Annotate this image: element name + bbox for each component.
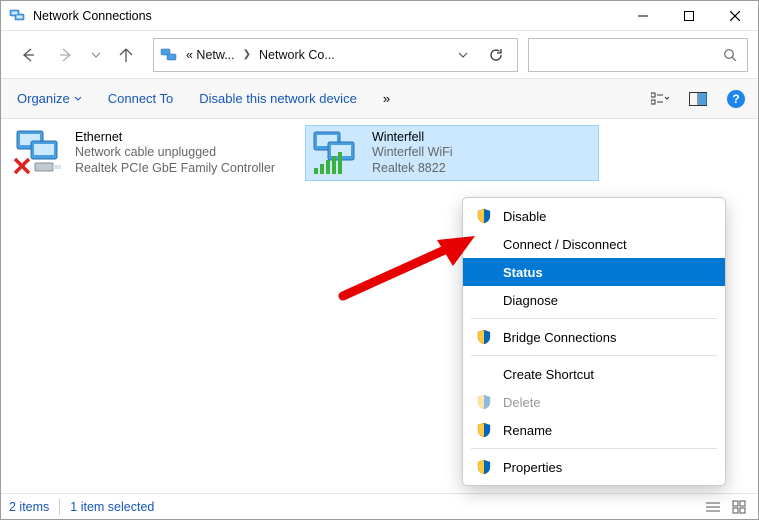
app-icon [9,8,25,24]
ethernet-adapter: Realtek PCIe GbE Family Controller [75,161,275,177]
ctx-disable[interactable]: Disable [463,202,725,230]
disable-device-label: Disable this network device [199,91,357,106]
spacer-icon [475,235,493,253]
breadcrumb[interactable]: « Netw... ❯ Network Co... [153,38,518,72]
connect-to-label: Connect To [108,91,174,106]
forward-button[interactable] [49,38,83,72]
shield-icon [475,458,493,476]
window: Network Connections [0,0,759,520]
status-selected: 1 item selected [70,500,154,514]
tiles-view-button[interactable] [728,496,750,518]
wifi-text: Winterfell Winterfell WiFi Realtek 8822 [372,130,453,176]
command-bar: Organize Connect To Disable this network… [1,79,758,119]
help-button[interactable]: ? [720,83,752,115]
recent-dropdown[interactable] [87,38,105,72]
ctx-connect-disconnect[interactable]: Connect / Disconnect [463,230,725,258]
wifi-status: Winterfell WiFi [372,145,453,161]
back-button[interactable] [11,38,45,72]
view-layout-button[interactable] [644,83,676,115]
search-icon [723,48,737,62]
breadcrumb-icon [160,46,178,64]
search-input[interactable] [528,38,748,72]
spacer-icon [475,365,493,383]
overflow-button[interactable]: » [373,85,400,112]
spacer-icon [475,263,493,281]
wifi-icon [310,130,364,176]
status-separator [59,499,60,515]
breadcrumb-dropdown[interactable] [449,49,477,61]
preview-pane-button[interactable] [682,83,714,115]
connect-to-button[interactable]: Connect To [98,85,184,112]
ethernet-icon [13,129,67,175]
shield-icon [475,207,493,225]
ctx-shortcut-label: Create Shortcut [503,367,594,382]
ctx-rename-label: Rename [503,423,552,438]
ctx-bridge[interactable]: Bridge Connections [463,323,725,351]
connection-wifi[interactable]: Winterfell Winterfell WiFi Realtek 8822 [305,125,599,181]
ethernet-name: Ethernet [75,130,275,146]
ctx-rename[interactable]: Rename [463,416,725,444]
connection-ethernet[interactable]: Ethernet Network cable unplugged Realtek… [9,125,303,181]
ctx-separator [471,448,717,449]
refresh-button[interactable] [481,47,511,63]
shield-icon [475,328,493,346]
close-button[interactable] [712,1,758,31]
ctx-diagnose[interactable]: Diagnose [463,286,725,314]
context-menu: Disable Connect / Disconnect Status Diag… [462,197,726,486]
ctx-delete: Delete [463,388,725,416]
chevron-right-icon[interactable]: ❯ [243,49,251,60]
details-view-button[interactable] [702,496,724,518]
spacer-icon [475,291,493,309]
organize-label: Organize [17,91,70,106]
ethernet-status: Network cable unplugged [75,145,275,161]
organize-button[interactable]: Organize [7,85,92,112]
ctx-status[interactable]: Status [463,258,725,286]
chevron-down-icon [74,95,82,103]
ctx-disable-label: Disable [503,209,546,224]
status-count: 2 items [9,500,49,514]
overflow-label: » [383,91,390,106]
shield-icon [475,393,493,411]
navbar: « Netw... ❯ Network Co... [1,31,758,79]
disable-device-button[interactable]: Disable this network device [189,85,367,112]
ethernet-text: Ethernet Network cable unplugged Realtek… [75,129,275,177]
ctx-separator [471,318,717,319]
ctx-delete-label: Delete [503,395,541,410]
wifi-adapter: Realtek 8822 [372,161,453,177]
maximize-button[interactable] [666,1,712,31]
ctx-create-shortcut[interactable]: Create Shortcut [463,360,725,388]
status-bar: 2 items 1 item selected [1,493,758,519]
shield-icon [475,421,493,439]
ctx-connect-label: Connect / Disconnect [503,237,627,252]
minimize-button[interactable] [620,1,666,31]
help-icon: ? [727,90,745,108]
breadcrumb-seg-1[interactable]: « Netw... [182,48,239,62]
up-button[interactable] [109,38,143,72]
ctx-separator [471,355,717,356]
ctx-bridge-label: Bridge Connections [503,330,616,345]
window-title: Network Connections [33,9,620,23]
wifi-name: Winterfell [372,130,453,146]
breadcrumb-seg-2[interactable]: Network Co... [255,48,339,62]
ctx-properties-label: Properties [503,460,562,475]
ctx-status-label: Status [503,265,543,280]
ctx-diagnose-label: Diagnose [503,293,558,308]
titlebar: Network Connections [1,1,758,31]
ctx-properties[interactable]: Properties [463,453,725,481]
